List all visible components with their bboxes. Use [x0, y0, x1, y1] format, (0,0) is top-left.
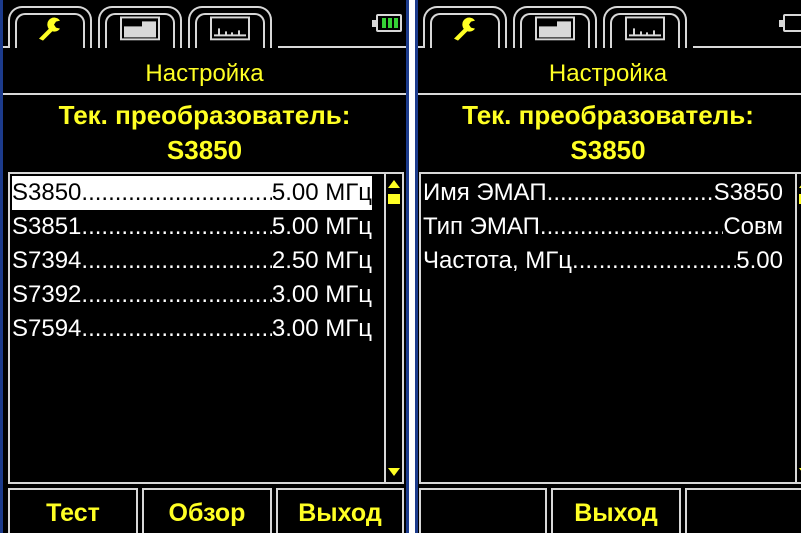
- item-name: S3850: [12, 179, 82, 206]
- list-item[interactable]: S3851 5.00 МГц: [12, 210, 372, 244]
- battery-icon: [779, 14, 801, 32]
- tab-settings[interactable]: [8, 6, 92, 48]
- param-name: Частота, МГц: [423, 247, 573, 274]
- exit-button[interactable]: Выход: [276, 488, 404, 533]
- param-value: Совм: [723, 213, 783, 240]
- param-row[interactable]: Имя ЭМАП S3850: [423, 176, 783, 210]
- tab-ascan[interactable]: [188, 6, 272, 48]
- settings-screen-list: Настройка Тек. преобразователь: S3850 S3…: [0, 0, 409, 533]
- current-transducer-value: S3850: [166, 135, 243, 165]
- overview-button[interactable]: Обзор: [142, 488, 272, 533]
- scroll-up-arrow-icon[interactable]: [386, 176, 402, 192]
- scroll-thumb[interactable]: [388, 194, 400, 204]
- tab-bscan[interactable]: [513, 6, 597, 48]
- current-transducer-label: Тек. преобразователь:: [462, 100, 754, 130]
- ascan-icon: [210, 16, 250, 45]
- bscan-icon: [535, 16, 575, 45]
- item-name: S7394: [12, 247, 82, 274]
- current-transducer-label: Тек. преобразователь:: [58, 100, 351, 130]
- tab-bar: [0, 0, 409, 56]
- exit-button[interactable]: Выход: [551, 488, 681, 533]
- battery-icon: [372, 14, 402, 32]
- bscan-icon: [120, 16, 160, 45]
- item-name: S3851: [12, 213, 82, 240]
- scrollbar[interactable]: [384, 174, 402, 482]
- param-row[interactable]: Тип ЭМАП Совм: [423, 210, 783, 244]
- tab-bar: [415, 0, 801, 56]
- param-value: S3850: [713, 179, 783, 206]
- tab-bscan[interactable]: [98, 6, 182, 48]
- screen-title: Настройка: [548, 60, 668, 87]
- item-name: S7594: [12, 315, 82, 342]
- list-item[interactable]: S3850 5.00 МГц: [12, 176, 372, 210]
- transducer-list: S3850 5.00 МГц S3851 5.00 МГц S7394 2.50 МГ…: [8, 172, 404, 484]
- param-value: 5.00: [736, 247, 783, 274]
- scroll-down-arrow-icon[interactable]: [797, 464, 801, 480]
- item-value: 2.50 МГц: [271, 247, 372, 274]
- param-row[interactable]: Частота, МГц 5.00: [423, 244, 783, 278]
- settings-screen-details: Настройка Тек. преобразователь: S3850 Им…: [415, 0, 801, 533]
- tab-settings[interactable]: [423, 6, 507, 48]
- item-value: 3.00 МГц: [271, 315, 372, 342]
- param-name: Имя ЭМАП: [423, 179, 547, 206]
- list-item[interactable]: S7594 3.00 МГц: [12, 312, 372, 346]
- list-item[interactable]: S7394 2.50 МГц: [12, 244, 372, 278]
- scrollbar[interactable]: [795, 174, 801, 482]
- ascan-icon: [625, 16, 665, 45]
- item-value: 5.00 МГц: [271, 213, 372, 240]
- wrench-icon: [35, 16, 65, 47]
- wrench-icon: [450, 16, 480, 47]
- empty-softkey-right[interactable]: [685, 488, 801, 533]
- item-value: 5.00 МГц: [271, 179, 372, 206]
- test-button[interactable]: Тест: [8, 488, 138, 533]
- scroll-down-arrow-icon[interactable]: [386, 464, 402, 480]
- item-name: S7392: [12, 281, 82, 308]
- screen-title: Настройка: [145, 60, 264, 87]
- param-name: Тип ЭМАП: [423, 213, 540, 240]
- item-value: 3.00 МГц: [271, 281, 372, 308]
- scroll-up-arrow-icon[interactable]: [797, 176, 801, 192]
- transducer-params: Имя ЭМАП S3850 Тип ЭМАП Совм Частота, МГц 5…: [419, 172, 801, 484]
- tab-ascan[interactable]: [603, 6, 687, 48]
- current-transducer-value: S3850: [570, 135, 646, 165]
- empty-softkey-left[interactable]: [419, 488, 547, 533]
- list-item[interactable]: S7392 3.00 МГц: [12, 278, 372, 312]
